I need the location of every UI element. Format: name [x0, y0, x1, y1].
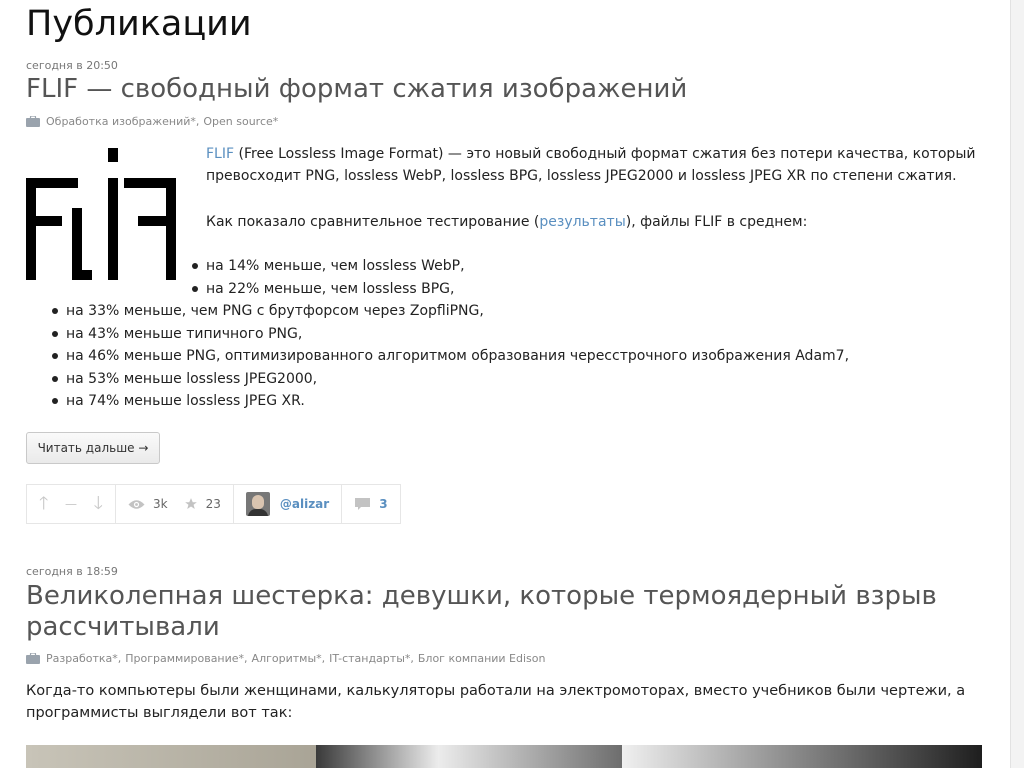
star-icon[interactable] — [184, 497, 198, 511]
hub-link[interactable]: Блог компании Edison — [418, 652, 546, 665]
eye-icon — [128, 499, 145, 509]
author[interactable]: @alizar — [234, 485, 343, 523]
photo — [316, 745, 622, 768]
views-count: 3k 23 — [116, 485, 234, 523]
list-item: на 53% меньше lossless JPEG2000, — [52, 368, 849, 391]
post-time: сегодня в 18:59 — [26, 565, 118, 578]
hub-link[interactable]: Open source* — [203, 115, 278, 128]
bullet-list: на 33% меньше, чем PNG с брутфорсом чере… — [52, 300, 849, 413]
list-item: на 74% меньше lossless JPEG XR. — [52, 390, 849, 413]
post-stats-bar: 🡑 — 🡓 3k 23 @alizar 3 — [26, 484, 401, 524]
post-hubs: Разработка*, Программирование*, Алгоритм… — [26, 652, 545, 665]
post-title-link[interactable]: Великолепная шестерка: девушки, которые … — [26, 581, 986, 643]
list-item: на 22% меньше, чем lossless BPG, — [192, 278, 465, 301]
author-link[interactable]: @alizar — [280, 497, 329, 511]
post-intro: FLIF (Free Lossless Image Format) — это … — [206, 146, 976, 184]
hub-link[interactable]: Разработка* — [46, 652, 118, 665]
comments[interactable]: 3 — [342, 485, 399, 523]
list-item: на 43% меньше типичного PNG, — [52, 323, 849, 346]
list-item: на 33% меньше, чем PNG с брутфорсом чере… — [52, 300, 849, 323]
speech-bubble-icon — [355, 498, 371, 510]
post-image — [26, 745, 982, 768]
post-time: сегодня в 20:50 — [26, 59, 118, 72]
results-link[interactable]: результаты — [539, 214, 625, 230]
photo — [622, 745, 982, 768]
list-item: на 14% меньше, чем lossless WebP, — [192, 255, 465, 278]
post-hubs: Обработка изображений*, Open source* — [26, 115, 278, 128]
bullet-list-top: на 14% меньше, чем lossless WebP, на 22%… — [192, 255, 465, 301]
post-intro: Когда-то компьютеры были женщинами, каль… — [26, 683, 966, 721]
list-item: на 46% меньше PNG, оптимизированного алг… — [52, 345, 849, 368]
briefcase-icon — [26, 653, 40, 664]
arrow-down-icon[interactable]: 🡓 — [94, 495, 103, 513]
arrow-up-icon[interactable]: 🡑 — [39, 495, 48, 513]
briefcase-icon — [26, 116, 40, 127]
avatar[interactable] — [245, 492, 270, 516]
hub-link[interactable]: IT-стандарты* — [329, 652, 410, 665]
photo — [26, 745, 316, 768]
hub-link[interactable]: Программирование* — [125, 652, 244, 665]
flif-link[interactable]: FLIF — [206, 146, 234, 162]
post-intro-2: Как показало сравнительное тестирование … — [206, 214, 808, 230]
flif-logo — [26, 148, 176, 280]
scrollbar[interactable] — [1010, 0, 1024, 768]
page-title: Публикации — [26, 4, 252, 44]
post-title-link[interactable]: FLIF — свободный формат сжатия изображен… — [26, 74, 986, 105]
read-more-button[interactable]: Читать дальше → — [26, 432, 160, 464]
voting: 🡑 — 🡓 — [27, 485, 116, 523]
rating-value: — — [65, 497, 77, 511]
hub-link[interactable]: Алгоритмы* — [252, 652, 322, 665]
hub-link[interactable]: Обработка изображений* — [46, 115, 196, 128]
